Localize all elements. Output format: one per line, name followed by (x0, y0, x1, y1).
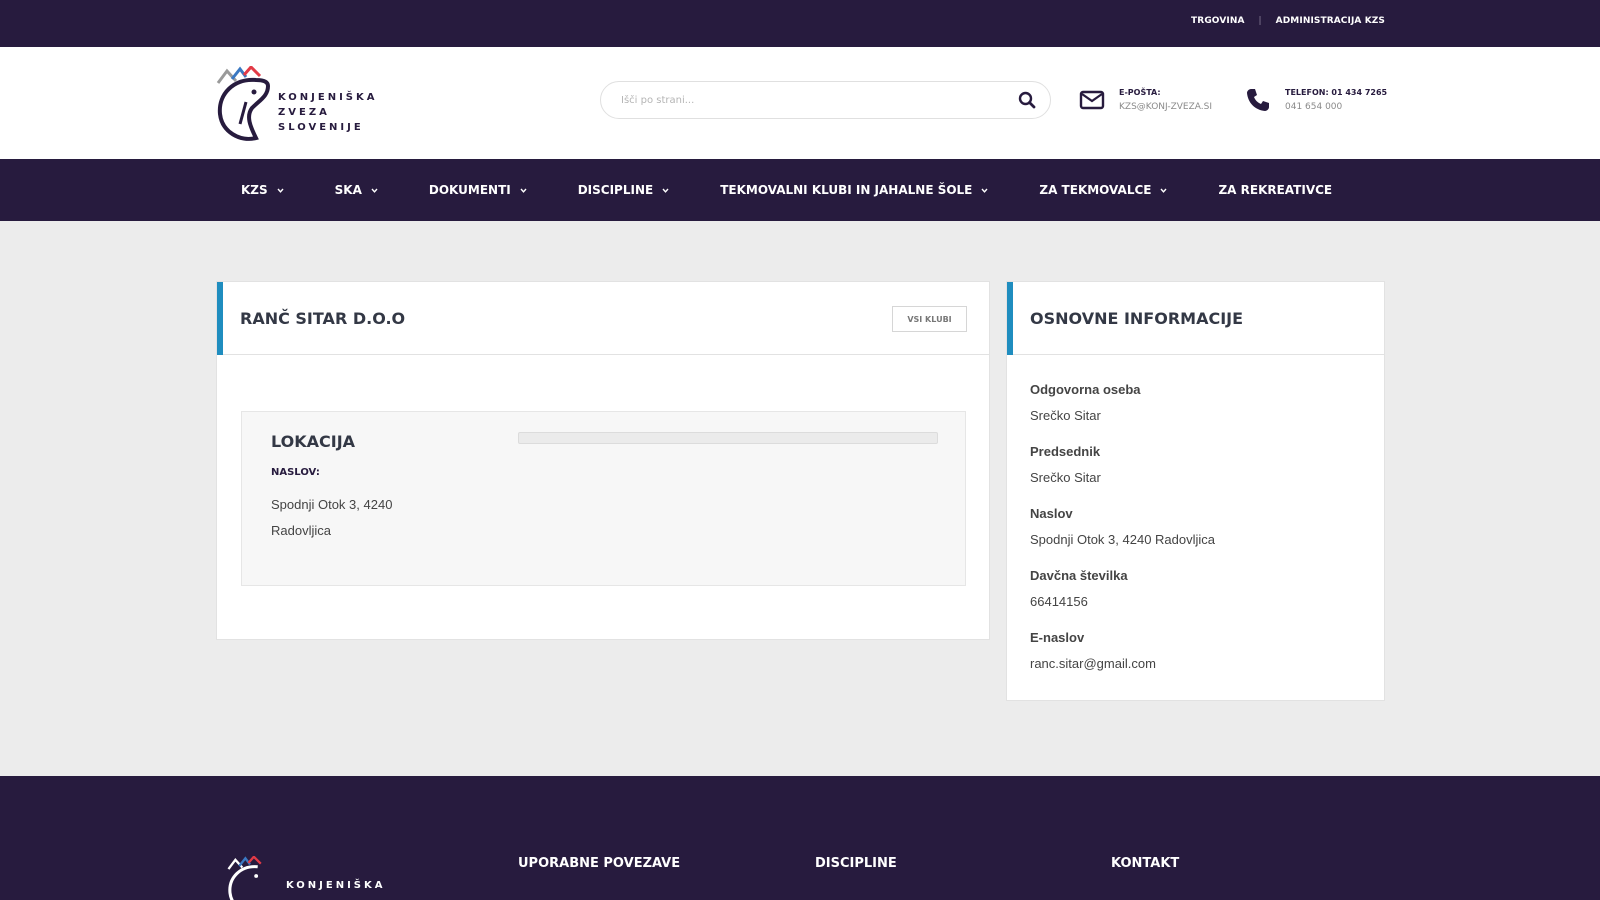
search-icon[interactable] (1018, 91, 1036, 109)
top-link-separator: | (1258, 16, 1262, 26)
info-title: OSNOVNE INFORMACIJE (1030, 309, 1244, 328)
card-accent-bar (1007, 282, 1013, 355)
info-label: E-naslov (1030, 630, 1085, 645)
envelope-icon (1079, 90, 1105, 110)
map-placeholder[interactable] (518, 432, 938, 444)
address-label: NASLOV: (271, 467, 320, 478)
info-list: Odgovorna oseba Srečko Sitar Predsednik … (1030, 377, 1360, 687)
main-nav: KZS SKA DOKUMENTI DISCIPLINE TEKMOVALNI … (0, 159, 1600, 221)
info-item-responsible: Odgovorna oseba Srečko Sitar (1030, 377, 1360, 429)
search-input[interactable] (621, 82, 1001, 118)
email-label: E-POŠTA: (1119, 88, 1161, 97)
info-item-email: E-naslov ranc.sitar@gmail.com (1030, 625, 1360, 677)
chevron-down-icon (662, 188, 669, 193)
info-value-email[interactable]: ranc.sitar@gmail.com (1030, 651, 1360, 677)
email-value[interactable]: KZS@KONJ-ZVEZA.SI (1119, 100, 1212, 115)
club-card-header: RANČ SITAR D.O.O VSI KLUBI (217, 282, 989, 355)
club-title: RANČ SITAR D.O.O (240, 309, 406, 328)
search-box (600, 81, 1051, 119)
chevron-down-icon (277, 188, 284, 193)
club-card: RANČ SITAR D.O.O VSI KLUBI LOKACIJA NASL… (216, 281, 990, 640)
phone-value[interactable]: 041 654 000 (1285, 100, 1387, 115)
nav-item-ska[interactable]: SKA (335, 183, 378, 197)
site-footer: KONJENIŠKA UPORABNE POVEZAVE DISCIPLINE … (0, 776, 1600, 900)
all-clubs-button[interactable]: VSI KLUBI (892, 306, 967, 332)
info-label: Odgovorna oseba (1030, 382, 1141, 397)
nav-item-kzs[interactable]: KZS (241, 183, 284, 197)
chevron-down-icon (1160, 188, 1167, 193)
logo-text: KONJENIŠKA ZVEZA SLOVENIJE (278, 92, 378, 133)
footer-logo[interactable]: KONJENIŠKA (220, 856, 390, 900)
top-link-administracija[interactable]: ADMINISTRACIJA KZS (1276, 16, 1385, 26)
footer-heading-discipline: DISCIPLINE (815, 856, 897, 871)
location-box: LOKACIJA NASLOV: Spodnji Otok 3, 4240 Ra… (241, 411, 966, 586)
phone-icon (1247, 89, 1269, 111)
footer-heading-contact: KONTAKT (1111, 856, 1180, 871)
site-header: KONJENIŠKA ZVEZA SLOVENIJE E-POŠTA: KZS@… (0, 47, 1600, 159)
nav-item-za-rekreativce[interactable]: ZA REKREATIVCE (1218, 183, 1332, 197)
chevron-down-icon (371, 188, 378, 193)
top-link-trgovina[interactable]: TRGOVINA (1191, 16, 1244, 26)
nav-item-za-tekmovalce[interactable]: ZA TEKMOVALCE (1039, 183, 1167, 197)
card-accent-bar (217, 282, 223, 355)
chevron-down-icon (520, 188, 527, 193)
phone-contact: TELEFON: 01 434 7265 041 654 000 (1245, 85, 1387, 115)
info-card-header: OSNOVNE INFORMACIJE (1007, 282, 1384, 355)
nav-item-tekmovalni-klubi[interactable]: TEKMOVALNI KLUBI IN JAHALNE ŠOLE (720, 183, 988, 197)
info-label: Davčna številka (1030, 568, 1128, 583)
nav-item-discipline[interactable]: DISCIPLINE (578, 183, 670, 197)
info-card: OSNOVNE INFORMACIJE Odgovorna oseba Sreč… (1006, 281, 1385, 701)
info-value: Srečko Sitar (1030, 470, 1101, 485)
email-contact: E-POŠTA: KZS@KONJ-ZVEZA.SI (1079, 85, 1212, 115)
info-value: 66414156 (1030, 594, 1088, 609)
footer-heading-links: UPORABNE POVEZAVE (518, 856, 681, 871)
horse-logo-icon (216, 64, 271, 141)
info-label: Naslov (1030, 506, 1073, 521)
footer-logo-text: KONJENIŠKA (286, 880, 386, 891)
address-value: Spodnji Otok 3, 4240 Radovljica (271, 497, 393, 538)
info-label: Predsednik (1030, 444, 1101, 459)
info-item-address: Naslov Spodnji Otok 3, 4240 Radovljica (1030, 501, 1360, 553)
nav-item-dokumenti[interactable]: DOKUMENTI (429, 183, 527, 197)
site-logo[interactable]: KONJENIŠKA ZVEZA SLOVENIJE (216, 64, 386, 144)
location-title: LOKACIJA (271, 432, 356, 451)
phone-label: TELEFON: 01 434 7265 (1285, 88, 1388, 97)
horse-logo-icon (227, 856, 262, 900)
top-bar: TRGOVINA | ADMINISTRACIJA KZS (0, 0, 1600, 47)
info-item-tax-number: Davčna številka 66414156 (1030, 563, 1360, 615)
info-value: Srečko Sitar (1030, 408, 1101, 423)
info-value: Spodnji Otok 3, 4240 Radovljica (1030, 532, 1216, 547)
top-links: TRGOVINA | ADMINISTRACIJA KZS (1191, 16, 1385, 26)
chevron-down-icon (981, 188, 988, 193)
info-item-president: Predsednik Srečko Sitar (1030, 439, 1360, 491)
